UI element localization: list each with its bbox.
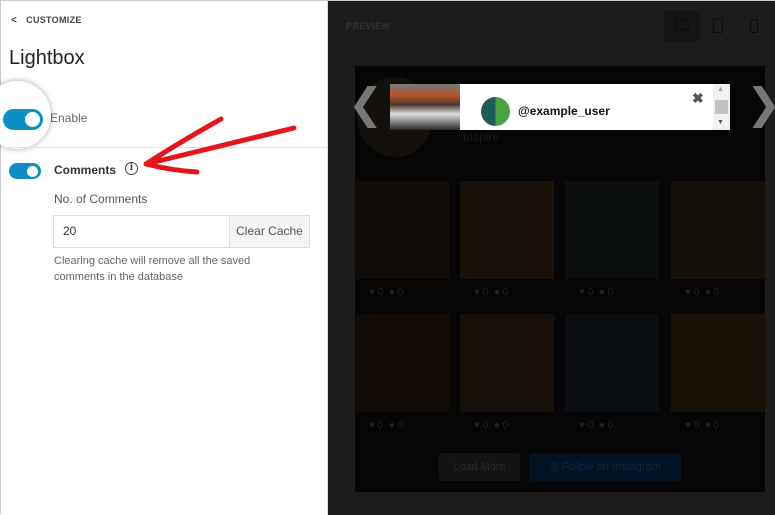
- annotation-arrow: [143, 116, 297, 175]
